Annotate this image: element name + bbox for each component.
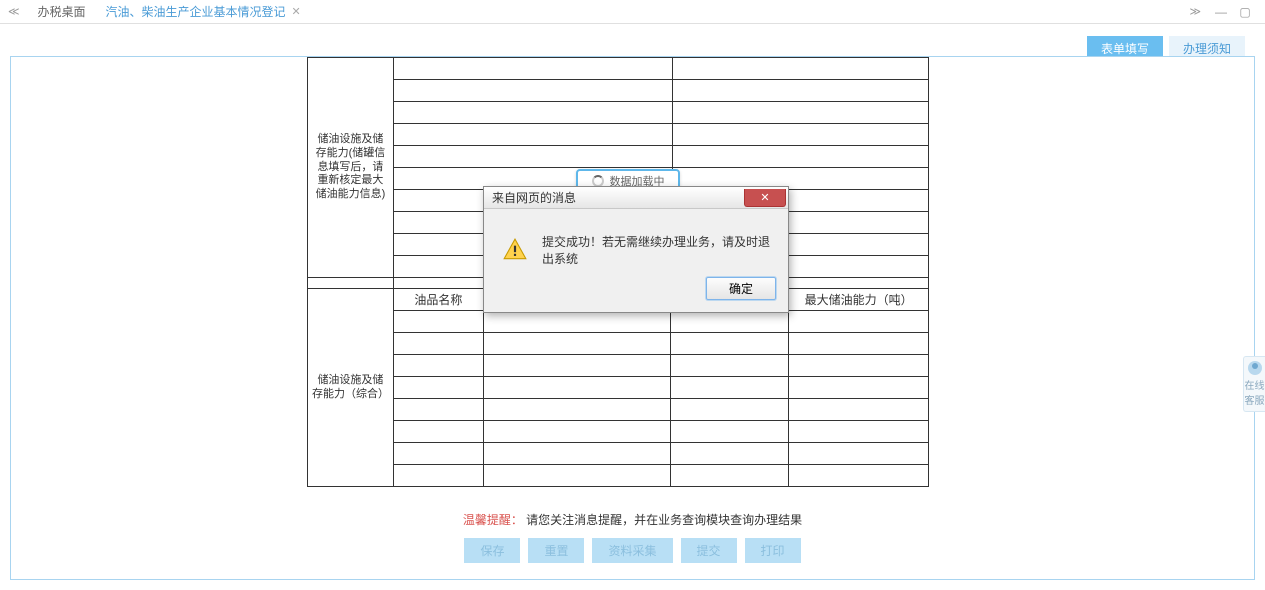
online-help-button[interactable]: 在线客服: [1243, 356, 1265, 412]
table-cell[interactable]: [673, 102, 929, 124]
table-cell[interactable]: [483, 399, 671, 421]
table-row: [308, 377, 929, 399]
table-row: [308, 124, 929, 146]
close-icon: ✕: [760, 191, 769, 204]
table-cell[interactable]: [483, 355, 671, 377]
storage-summary-table: 储油设施及储存能力（综合） 油品名称 最大储油能力（吨）: [307, 288, 929, 487]
table-cell[interactable]: [393, 102, 673, 124]
window-minimize-button[interactable]: —: [1209, 0, 1233, 24]
table-cell[interactable]: [393, 80, 673, 102]
col-max-capacity: 最大储油能力（吨）: [789, 289, 929, 311]
tip-text: 请您关注消息提醒，并在业务查询模块查询办理结果: [526, 513, 802, 527]
table-row: [308, 443, 929, 465]
table-cell[interactable]: [673, 58, 929, 80]
dialog-title: 来自网页的消息: [492, 189, 576, 206]
tab-home-label: 办税桌面: [38, 0, 86, 24]
table-cell[interactable]: [671, 311, 789, 333]
section1-header: 储油设施及储存能力(储罐信息填写后，请重新核定最大储油能力信息): [308, 58, 394, 278]
table-cell[interactable]: [393, 311, 483, 333]
preview-button[interactable]: 资料采集: [592, 538, 672, 563]
table-cell[interactable]: [483, 333, 671, 355]
table-row: [308, 80, 929, 102]
table-cell[interactable]: [483, 421, 671, 443]
reset-button[interactable]: 重置: [528, 538, 584, 563]
section2-header: 储油设施及储存能力（综合）: [308, 289, 394, 487]
save-button[interactable]: 保存: [464, 538, 520, 563]
table-row: [308, 399, 929, 421]
table-cell[interactable]: [393, 124, 673, 146]
table-cell[interactable]: [789, 355, 929, 377]
dialog-titlebar[interactable]: 来自网页的消息 ✕: [484, 187, 788, 209]
dialog-message: 提交成功！若无需继续办理业务，请及时退出系统: [542, 233, 770, 267]
table-cell[interactable]: [671, 333, 789, 355]
table-cell[interactable]: [393, 465, 483, 487]
table-row: [308, 102, 929, 124]
table-cell[interactable]: [483, 311, 671, 333]
submit-button[interactable]: 提交: [681, 538, 737, 563]
table-cell[interactable]: [789, 443, 929, 465]
table-row: [308, 355, 929, 377]
table-cell[interactable]: [393, 377, 483, 399]
col-oil-name: 油品名称: [393, 289, 483, 311]
table-cell[interactable]: [671, 355, 789, 377]
table-row: 储油设施及储存能力(储罐信息填写后，请重新核定最大储油能力信息): [308, 58, 929, 80]
dialog-ok-button[interactable]: 确定: [706, 277, 776, 300]
table-cell[interactable]: [671, 399, 789, 421]
table-cell[interactable]: [393, 443, 483, 465]
help-avatar-icon: [1248, 361, 1262, 375]
table-cell[interactable]: [789, 399, 929, 421]
table-row: [308, 421, 929, 443]
table-cell[interactable]: [673, 80, 929, 102]
tab-close-icon[interactable]: ✕: [292, 0, 301, 24]
table-cell[interactable]: [671, 421, 789, 443]
content-frame: 储油设施及储存能力(储罐信息填写后，请重新核定最大储油能力信息) 储油设施及储存…: [10, 56, 1255, 580]
tabs-scroll-left-icon[interactable]: ≪: [8, 5, 20, 18]
tab-current[interactable]: 汽油、柴油生产企业基本情况登记 ✕: [96, 0, 311, 24]
tip-label: 温馨提醒：: [463, 513, 523, 527]
table-cell[interactable]: [393, 58, 673, 80]
table-cell[interactable]: [671, 377, 789, 399]
dialog-close-button[interactable]: ✕: [744, 189, 786, 207]
table-cell[interactable]: [789, 465, 929, 487]
table-cell[interactable]: [483, 443, 671, 465]
window-maximize-button[interactable]: ▢: [1233, 0, 1257, 24]
table-row: [308, 146, 929, 168]
print-button[interactable]: 打印: [745, 538, 801, 563]
tab-home[interactable]: 办税桌面: [28, 0, 96, 24]
tabs-scroll-right-icon[interactable]: ≫: [1189, 5, 1201, 18]
table-cell[interactable]: [483, 377, 671, 399]
warning-icon: [502, 237, 528, 263]
table-cell[interactable]: [671, 465, 789, 487]
help-label: 在线客服: [1244, 377, 1265, 407]
table-cell[interactable]: [673, 124, 929, 146]
table-cell[interactable]: [789, 333, 929, 355]
table-cell[interactable]: [789, 311, 929, 333]
table-cell[interactable]: [789, 377, 929, 399]
table-cell[interactable]: [393, 333, 483, 355]
table-row: [308, 465, 929, 487]
table-row: [308, 333, 929, 355]
top-tab-bar: ≪ 办税桌面 汽油、柴油生产企业基本情况登记 ✕ ≫ — ▢: [0, 0, 1265, 24]
table-cell[interactable]: [673, 146, 929, 168]
table-cell[interactable]: [483, 465, 671, 487]
table-cell[interactable]: [671, 443, 789, 465]
table-cell[interactable]: [393, 399, 483, 421]
table-cell[interactable]: [393, 146, 673, 168]
table-row: [308, 311, 929, 333]
footer: 温馨提醒： 请您关注消息提醒，并在业务查询模块查询办理结果 保存 重置 资料采集…: [11, 511, 1254, 563]
table-cell[interactable]: [393, 355, 483, 377]
table-cell[interactable]: [789, 421, 929, 443]
table-cell[interactable]: [393, 421, 483, 443]
tab-current-label: 汽油、柴油生产企业基本情况登记: [106, 0, 286, 24]
message-dialog: 来自网页的消息 ✕ 提交成功！若无需继续办理业务，请及时退出系统 确定: [483, 186, 789, 313]
